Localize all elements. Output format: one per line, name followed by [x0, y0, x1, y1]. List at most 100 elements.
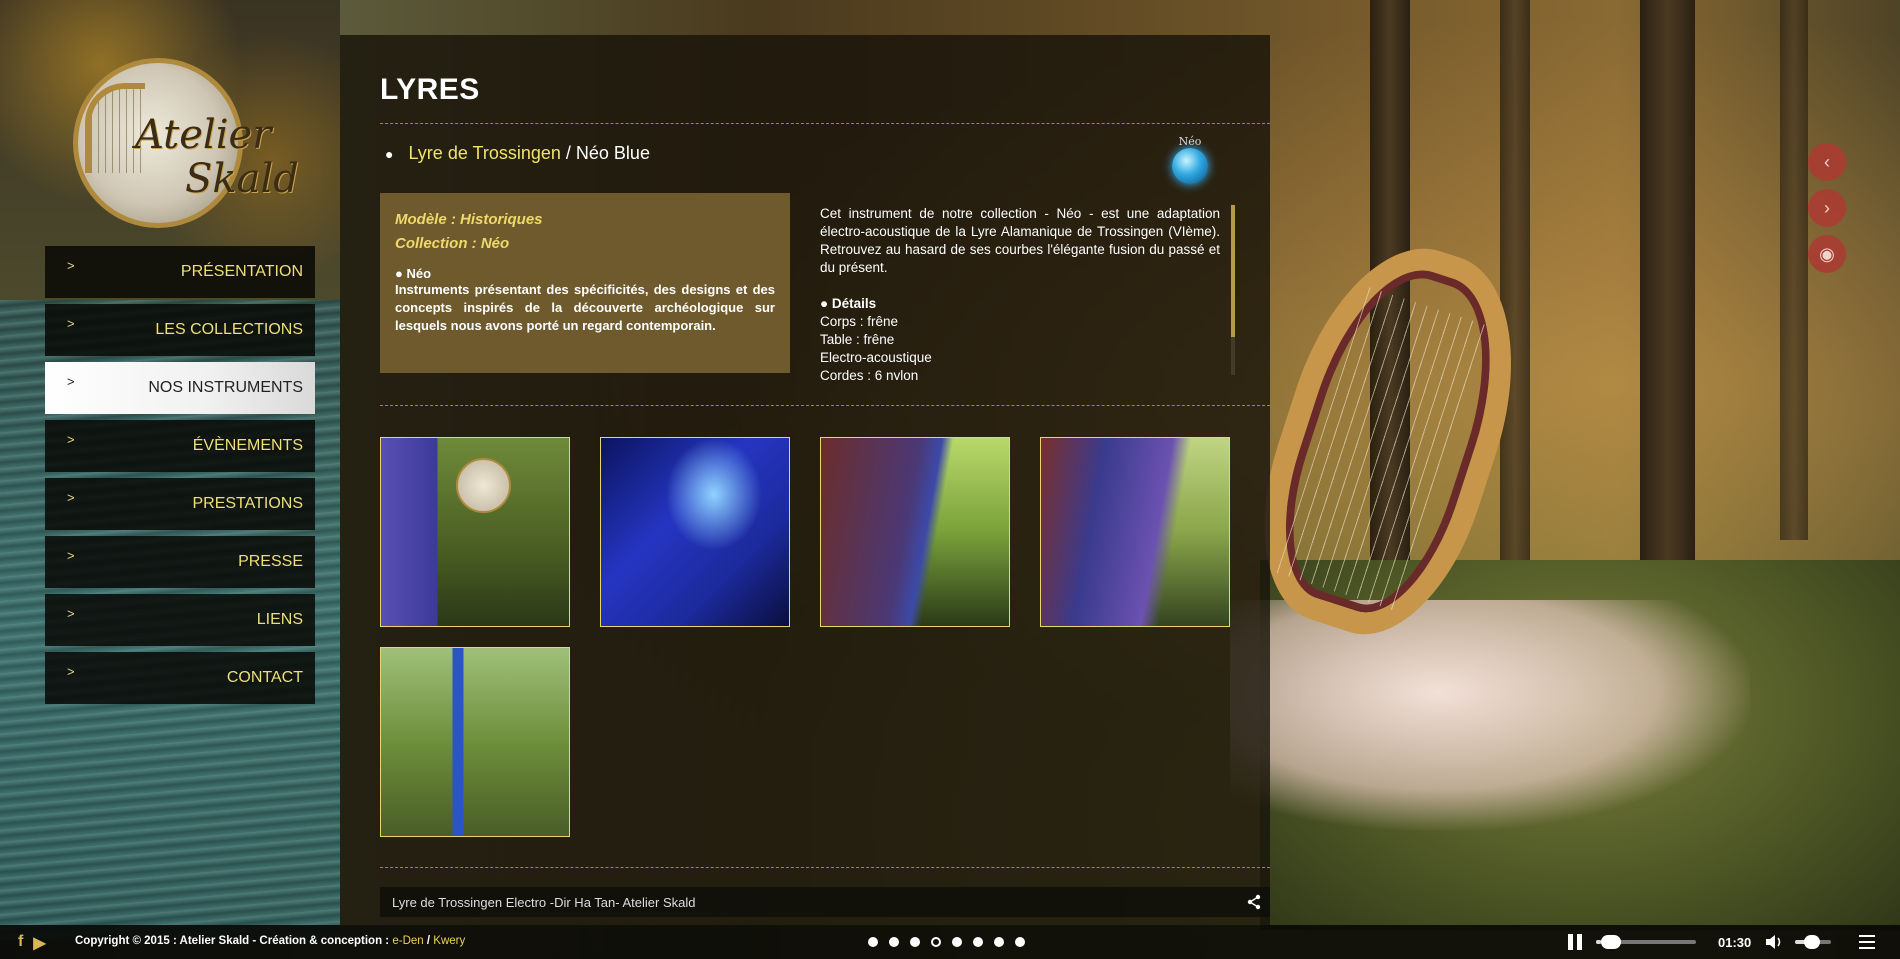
volume-icon[interactable] [1765, 934, 1783, 950]
credit-link-kwery[interactable]: Kwery [433, 935, 465, 947]
social-links: f ▶ [18, 933, 46, 953]
breadcrumb-link[interactable]: Lyre de Trossingen [408, 143, 560, 164]
collection-text: Instruments présentant des spécificités,… [395, 282, 775, 333]
gallery-thumbnail[interactable] [380, 647, 570, 837]
nav-item-label: LIENS [256, 611, 303, 628]
video-title[interactable]: Lyre de Trossingen Electro -Dir Ha Tan- … [392, 895, 695, 910]
slide-dot[interactable] [889, 937, 899, 947]
slide-dot[interactable] [868, 937, 878, 947]
nav-item-contact[interactable]: > CONTACT [45, 652, 315, 704]
model-label: Modèle : Historiques [395, 211, 543, 228]
breadcrumb: ● Lyre de Trossingen / Néo Blue [385, 143, 650, 164]
page-title: LYRES [380, 73, 480, 106]
slide-dot-active[interactable] [931, 937, 941, 947]
credit-separator: / [426, 935, 431, 947]
toggle-view-button[interactable]: ◉ [1808, 235, 1846, 273]
nav-item-liens[interactable]: > LIENS [45, 594, 315, 646]
logo-line-2: Skald [185, 156, 299, 202]
background-tree [1500, 0, 1530, 560]
audio-player: 01:30 [1568, 925, 1876, 959]
neo-orb-icon [1172, 148, 1208, 184]
nav-item-instruments[interactable]: > NOS INSTRUMENTS [45, 362, 315, 414]
video-embed[interactable]: Lyre de Trossingen Electro -Dir Ha Tan- … [380, 887, 1270, 917]
nav-item-label: ÉVÈNEMENTS [192, 437, 303, 454]
share-icon[interactable] [1246, 894, 1262, 910]
nav-item-presentation[interactable]: > PRÉSENTATION [45, 246, 315, 298]
credit-link-eden[interactable]: e-Den [392, 935, 423, 947]
site-logo[interactable]: Atelier Skald [65, 38, 299, 228]
volume-slider[interactable] [1795, 935, 1832, 949]
slide-dot[interactable] [1015, 937, 1025, 947]
nav-item-presse[interactable]: > PRESSE [45, 536, 315, 588]
copyright-text: Copyright © 2015 : Atelier Skald - Créat… [75, 935, 390, 947]
background-figure [1230, 600, 1750, 830]
gallery-thumbnail[interactable] [820, 437, 1010, 627]
divider [380, 123, 1270, 124]
nav-arrow-icon: > [67, 316, 75, 331]
watermark-logo [456, 458, 511, 513]
copyright: Copyright © 2015 : Atelier Skald - Créat… [75, 935, 465, 947]
next-button[interactable]: › [1808, 189, 1846, 227]
logo-text: Atelier Skald [135, 113, 299, 201]
gallery-thumbnail[interactable] [380, 437, 570, 627]
slide-dot[interactable] [973, 937, 983, 947]
nav-item-label: LES COLLECTIONS [155, 321, 303, 338]
chevron-right-icon: › [1824, 197, 1830, 218]
previous-button[interactable]: ‹ [1808, 143, 1846, 181]
details-title: ● Détails [820, 296, 877, 311]
nav-arrow-icon: > [67, 432, 75, 447]
playback-time: 01:30 [1718, 934, 1752, 950]
nav-arrow-icon: > [67, 548, 75, 563]
menu-icon[interactable] [1859, 935, 1876, 949]
neo-badge: Néo [1165, 135, 1215, 193]
collection-info-box: Modèle : Historiques Collection : Néo ● … [380, 193, 790, 373]
slideshow-pager [868, 937, 1025, 947]
background-tree [1780, 0, 1808, 540]
nav-item-collections[interactable]: > LES COLLECTIONS [45, 304, 315, 356]
nav-arrow-icon: > [67, 490, 75, 505]
volume-handle[interactable] [1803, 935, 1820, 949]
instrument-description: Cet instrument de notre collection - Néo… [820, 205, 1220, 380]
audio-progress-slider[interactable] [1596, 935, 1696, 949]
eye-slash-icon: ◉ [1819, 243, 1835, 264]
nav-item-label: PRÉSENTATION [180, 263, 303, 280]
nav-item-evenements[interactable]: > ÉVÈNEMENTS [45, 420, 315, 472]
background-tree [1640, 0, 1695, 620]
logo-line-1: Atelier [135, 112, 272, 158]
neo-badge-label: Néo [1178, 135, 1202, 148]
youtube-icon[interactable]: ▶ [33, 933, 45, 953]
pause-icon[interactable] [1568, 934, 1582, 950]
slide-dot[interactable] [994, 937, 1004, 947]
detail-item: Electro-acoustique [820, 350, 932, 365]
detail-item: Cordes : 6 nylon [820, 368, 919, 380]
gallery-thumbnail[interactable] [600, 437, 790, 627]
description-scrollbar[interactable] [1231, 205, 1235, 375]
slide-dot[interactable] [952, 937, 962, 947]
collection-heading: ● Néo [395, 266, 432, 281]
nav-arrow-icon: > [67, 606, 75, 621]
detail-item: Corps : frêne [820, 314, 899, 329]
nav-item-label: PRESSE [238, 553, 303, 570]
scrollbar-thumb[interactable] [1231, 205, 1235, 337]
nav-item-label: CONTACT [226, 669, 303, 686]
breadcrumb-current: Néo Blue [575, 143, 650, 163]
description-text: Cet instrument de notre collection - Néo… [820, 206, 1220, 275]
gallery-thumbnail[interactable] [1040, 437, 1230, 627]
nav-item-prestations[interactable]: > PRESTATIONS [45, 478, 315, 530]
nav-item-label: NOS INSTRUMENTS [148, 379, 303, 396]
nav-arrow-icon: > [67, 258, 75, 273]
content-panel: LYRES ● Lyre de Trossingen / Néo Blue Né… [340, 35, 1270, 925]
chevron-left-icon: ‹ [1824, 151, 1830, 172]
divider [380, 405, 1270, 406]
breadcrumb-separator: / [565, 143, 571, 163]
main-nav: > PRÉSENTATION > LES COLLECTIONS > NOS I… [45, 246, 315, 710]
facebook-icon[interactable]: f [18, 933, 23, 953]
collection-label: Collection : Néo [395, 235, 510, 252]
footer-bar: f ▶ Copyright © 2015 : Atelier Skald - C… [0, 925, 1900, 959]
nav-arrow-icon: > [67, 664, 75, 679]
slide-dot[interactable] [910, 937, 920, 947]
bullet-icon: ● [385, 145, 394, 162]
nav-item-label: PRESTATIONS [192, 495, 303, 512]
progress-handle[interactable] [1601, 935, 1621, 949]
nav-arrow-icon: > [67, 374, 75, 389]
